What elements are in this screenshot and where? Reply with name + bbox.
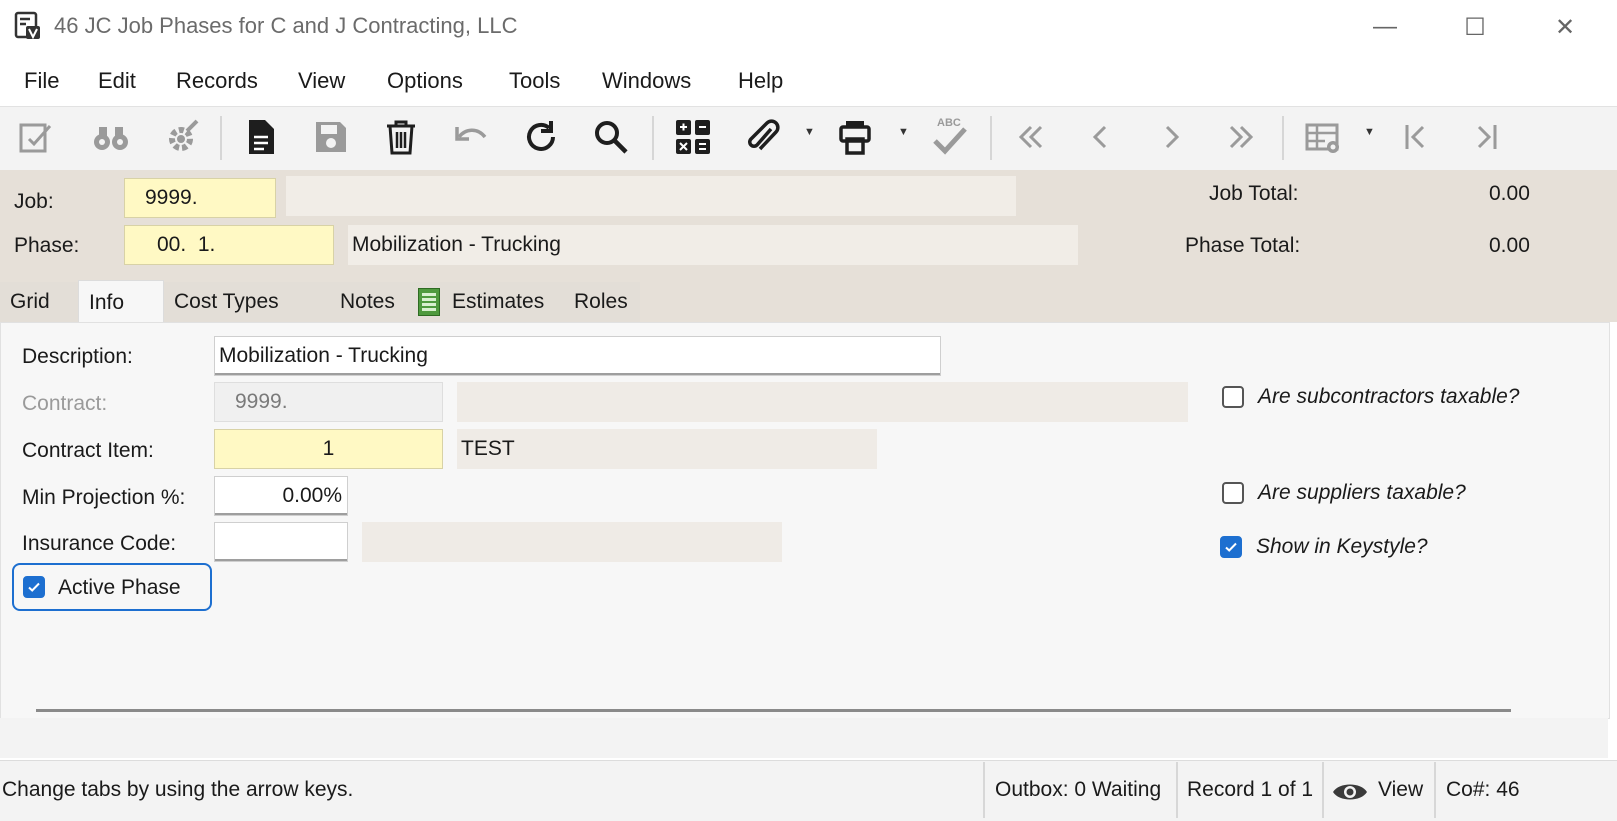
insurance-description: [362, 522, 782, 562]
phase-total-value: 0.00: [1489, 234, 1530, 257]
record-counter: Record 1 of 1: [1187, 778, 1314, 801]
checkmark-icon: [28, 582, 40, 592]
job-label: Job:: [14, 190, 54, 213]
menu-options[interactable]: Options: [387, 68, 463, 94]
toolbar-separator: [220, 116, 222, 160]
tools-icon[interactable]: [158, 112, 208, 162]
next-record-icon[interactable]: [1146, 112, 1196, 162]
app-icon: [14, 11, 42, 41]
edit-icon[interactable]: [12, 112, 62, 162]
status-separator: [983, 762, 985, 818]
print-dropdown-icon[interactable]: ▼: [898, 126, 909, 138]
job-description: [286, 176, 1016, 216]
outbox-status[interactable]: Outbox: 0 Waiting: [995, 778, 1161, 802]
show-keystyle-checkbox[interactable]: [1220, 536, 1242, 558]
suppliers-taxable-label[interactable]: Are suppliers taxable?: [1258, 481, 1466, 505]
contract-input[interactable]: 9999.: [214, 382, 443, 422]
subcontractors-taxable-label[interactable]: Are subcontractors taxable?: [1258, 385, 1519, 409]
menu-view[interactable]: View: [298, 68, 345, 94]
suppliers-taxable-checkbox[interactable]: [1222, 482, 1244, 504]
show-keystyle-label[interactable]: Show in Keystyle?: [1256, 535, 1428, 559]
menu-records[interactable]: Records: [176, 68, 258, 94]
last-record-icon[interactable]: [1216, 112, 1266, 162]
grid-settings-dropdown-icon[interactable]: ▼: [1364, 126, 1375, 138]
window-title: 46 JC Job Phases for C and J Contracting…: [54, 13, 518, 38]
menu-file[interactable]: File: [24, 68, 59, 94]
toolbar-separator: [990, 116, 992, 160]
spellcheck-icon[interactable]: ABC: [924, 112, 974, 162]
menu-edit[interactable]: Edit: [98, 68, 136, 94]
description-input[interactable]: Mobilization - Trucking: [214, 336, 941, 376]
horizontal-scroll-area: [0, 718, 1608, 758]
menu-tools[interactable]: Tools: [509, 68, 560, 94]
jump-first-icon[interactable]: [1390, 112, 1440, 162]
spreadsheet-icon: [418, 288, 440, 316]
active-phase-checkbox[interactable]: [23, 576, 45, 598]
attach-icon[interactable]: [738, 112, 788, 162]
status-separator: [1322, 762, 1324, 818]
status-separator: [1434, 762, 1436, 818]
status-separator: [1176, 762, 1178, 818]
status-hint: Change tabs by using the arrow keys.: [2, 778, 354, 801]
toolbar-separator: [1282, 116, 1284, 160]
menu-help[interactable]: Help: [738, 68, 783, 94]
phase-total-label: Phase Total:: [1185, 234, 1301, 257]
company-number: Co#: 46: [1446, 778, 1520, 801]
insurance-code-input[interactable]: [214, 522, 348, 562]
min-projection-input[interactable]: 0.00%: [214, 476, 348, 516]
menu-windows[interactable]: Windows: [602, 68, 691, 94]
save-icon[interactable]: [306, 112, 356, 162]
minimize-button[interactable]: —: [1355, 6, 1415, 48]
phase-label: Phase:: [14, 234, 80, 257]
min-projection-label: Min Projection %:: [22, 486, 186, 509]
previous-record-icon[interactable]: [1076, 112, 1126, 162]
calculator-icon[interactable]: [668, 112, 718, 162]
job-total-label: Job Total:: [1209, 182, 1299, 205]
job-input[interactable]: 9999.: [124, 178, 276, 218]
contract-item-label: Contract Item:: [22, 439, 154, 462]
view-button[interactable]: View: [1378, 778, 1423, 802]
refresh-icon[interactable]: [516, 112, 566, 162]
attach-dropdown-icon[interactable]: ▼: [804, 126, 815, 138]
delete-icon[interactable]: [376, 112, 426, 162]
tab-notes[interactable]: Notes: [324, 282, 408, 322]
tab-strip-filler: [640, 282, 1617, 322]
toolbar-separator: [652, 116, 654, 160]
contract-item-description: TEST: [457, 429, 877, 469]
active-phase-label[interactable]: Active Phase: [58, 576, 181, 600]
undo-icon[interactable]: [446, 112, 496, 162]
phase-input[interactable]: 00. 1.: [124, 225, 334, 265]
search-icon[interactable]: [586, 112, 636, 162]
contract-item-input[interactable]: 1: [214, 429, 443, 469]
job-total-value: 0.00: [1489, 182, 1530, 205]
tab-roles[interactable]: Roles: [564, 282, 640, 322]
grid-settings-icon[interactable]: [1298, 112, 1348, 162]
horizontal-scrollbar[interactable]: [36, 709, 1511, 712]
print-icon[interactable]: [830, 112, 880, 162]
eye-icon[interactable]: [1331, 780, 1369, 804]
tab-cost-types[interactable]: Cost Types: [164, 282, 324, 322]
find-icon[interactable]: [86, 112, 136, 162]
contract-label: Contract:: [22, 392, 108, 415]
maximize-button[interactable]: ☐: [1445, 6, 1505, 48]
subcontractors-taxable-checkbox[interactable]: [1222, 386, 1244, 408]
new-record-icon[interactable]: [236, 112, 286, 162]
close-button[interactable]: ✕: [1535, 6, 1595, 48]
tab-info[interactable]: Info: [78, 280, 164, 324]
tab-grid[interactable]: Grid: [0, 282, 78, 322]
tab-estimates-label: Estimates: [452, 290, 545, 313]
phase-description: Mobilization - Trucking: [348, 225, 1078, 265]
insurance-code-label: Insurance Code:: [22, 532, 177, 555]
tab-estimates[interactable]: Estimates: [408, 282, 564, 322]
contract-description: [457, 382, 1188, 422]
description-label: Description:: [22, 345, 133, 368]
first-record-icon[interactable]: [1006, 112, 1056, 162]
jump-last-icon[interactable]: [1462, 112, 1512, 162]
checkmark-icon: [1225, 542, 1237, 552]
